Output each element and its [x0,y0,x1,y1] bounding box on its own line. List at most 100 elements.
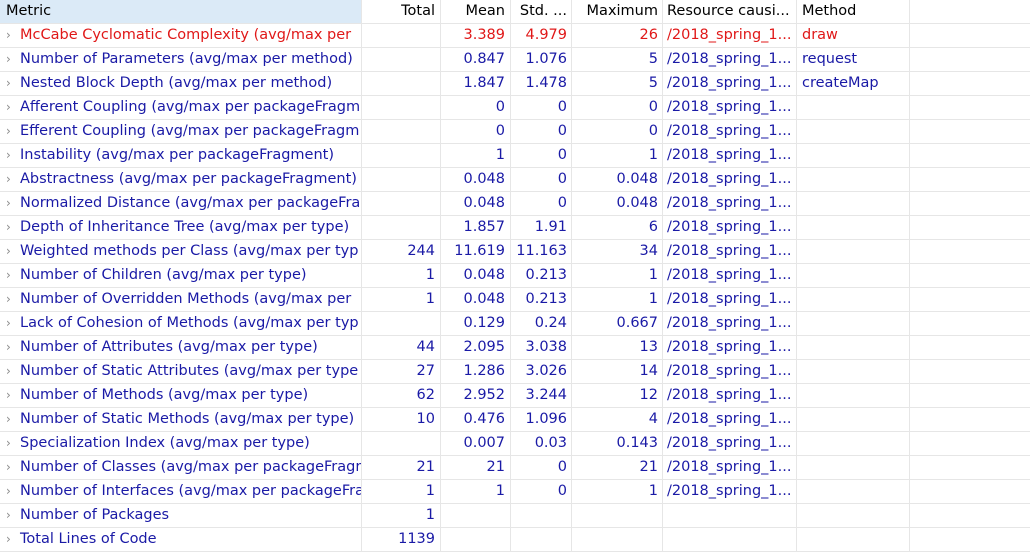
total-cell: 1 [362,288,441,311]
table-row[interactable]: › Total Lines of Code 1139 [0,528,1030,552]
column-header-mean[interactable]: Mean [441,0,511,23]
mean-cell: 0.129 [441,312,511,335]
resource-cell: /2018_spring_1... [663,24,797,47]
mean-cell: 0.048 [441,192,511,215]
expand-chevron-icon[interactable]: › [6,240,20,263]
expand-chevron-icon[interactable]: › [6,24,20,47]
filler-cell [910,144,1030,167]
resource-cell: /2018_spring_1... [663,48,797,71]
table-row[interactable]: › Abstractness (avg/max per packageFragme… [0,168,1030,192]
total-cell [362,48,441,71]
expand-chevron-icon[interactable]: › [6,312,20,335]
method-cell [797,528,910,551]
mean-cell: 1.857 [441,216,511,239]
table-row[interactable]: › Instability (avg/max per packageFragmen… [0,144,1030,168]
resource-cell: /2018_spring_1... [663,72,797,95]
resource-cell: /2018_spring_1... [663,312,797,335]
total-cell: 1 [362,264,441,287]
maximum-cell: 1 [572,144,663,167]
expand-chevron-icon[interactable]: › [6,528,20,551]
metric-label: Number of Interfaces (avg/max per packag… [20,483,362,499]
column-header-total[interactable]: Total [362,0,441,23]
metric-cell: › Number of Static Methods (avg/max per t… [0,408,362,431]
metric-label: Nested Block Depth (avg/max per method) [20,75,333,91]
column-header-metric[interactable]: Metric [0,0,362,23]
mean-cell: 0.048 [441,168,511,191]
method-cell [797,240,910,263]
expand-chevron-icon[interactable]: › [6,504,20,527]
expand-chevron-icon[interactable]: › [6,432,20,455]
table-row[interactable]: › Specialization Index (avg/max per type)… [0,432,1030,456]
metric-cell: › Number of Methods (avg/max per type) [0,384,362,407]
resource-cell: /2018_spring_1... [663,216,797,239]
table-row[interactable]: › Efferent Coupling (avg/max per packageF… [0,120,1030,144]
expand-chevron-icon[interactable]: › [6,144,20,167]
std-cell: 3.244 [511,384,572,407]
table-row[interactable]: › Number of Static Attributes (avg/max pe… [0,360,1030,384]
table-row[interactable]: › Number of Attributes (avg/max per type)… [0,336,1030,360]
total-cell: 1139 [362,528,441,551]
table-row[interactable]: › Weighted methods per Class (avg/max per… [0,240,1030,264]
column-header-method[interactable]: Method [797,0,910,23]
table-row[interactable]: › Number of Overridden Methods (avg/max p… [0,288,1030,312]
table-row[interactable]: › Number of Packages 1 [0,504,1030,528]
metric-label: Depth of Inheritance Tree (avg/max per t… [20,219,350,235]
expand-chevron-icon[interactable]: › [6,216,20,239]
column-header-resource[interactable]: Resource causi... [663,0,797,23]
table-row[interactable]: › Number of Children (avg/max per type) 1 0… [0,264,1030,288]
filler-cell [910,24,1030,47]
metric-cell: › Number of Children (avg/max per type) [0,264,362,287]
table-row[interactable]: › Nested Block Depth (avg/max per method)… [0,72,1030,96]
table-row[interactable]: › Number of Classes (avg/max per packageF… [0,456,1030,480]
total-cell: 10 [362,408,441,431]
expand-chevron-icon[interactable]: › [6,336,20,359]
table-row[interactable]: › Afferent Coupling (avg/max per packageF… [0,96,1030,120]
table-row[interactable]: › Lack of Cohesion of Methods (avg/max pe… [0,312,1030,336]
expand-chevron-icon[interactable]: › [6,264,20,287]
expand-chevron-icon[interactable]: › [6,288,20,311]
expand-chevron-icon[interactable]: › [6,192,20,215]
filler-cell [910,48,1030,71]
expand-chevron-icon[interactable]: › [6,72,20,95]
metric-label: Lack of Cohesion of Methods (avg/max per… [20,315,359,331]
resource-cell [663,528,797,551]
table-row[interactable]: › Normalized Distance (avg/max per packag… [0,192,1030,216]
expand-chevron-icon[interactable]: › [6,360,20,383]
expand-chevron-icon[interactable]: › [6,48,20,71]
expand-chevron-icon[interactable]: › [6,456,20,479]
total-cell [362,120,441,143]
total-cell [362,312,441,335]
column-header-maximum[interactable]: Maximum [572,0,663,23]
std-cell: 0 [511,192,572,215]
mean-cell: 0.847 [441,48,511,71]
table-body: › McCabe Cyclomatic Complexity (avg/max p… [0,24,1030,552]
mean-cell: 1 [441,144,511,167]
total-cell: 1 [362,504,441,527]
resource-cell: /2018_spring_1... [663,144,797,167]
filler-cell [910,72,1030,95]
metric-cell: › Number of Interfaces (avg/max per packa… [0,480,362,503]
method-cell: draw [797,24,910,47]
table-row[interactable]: › Number of Parameters (avg/max per metho… [0,48,1030,72]
resource-cell: /2018_spring_1... [663,480,797,503]
std-cell: 4.979 [511,24,572,47]
expand-chevron-icon[interactable]: › [6,480,20,503]
expand-chevron-icon[interactable]: › [6,120,20,143]
table-row[interactable]: › Depth of Inheritance Tree (avg/max per … [0,216,1030,240]
expand-chevron-icon[interactable]: › [6,384,20,407]
column-header-std[interactable]: Std. ... [511,0,572,23]
expand-chevron-icon[interactable]: › [6,168,20,191]
table-row[interactable]: › Number of Static Methods (avg/max per t… [0,408,1030,432]
total-cell [362,192,441,215]
maximum-cell: 34 [572,240,663,263]
expand-chevron-icon[interactable]: › [6,96,20,119]
std-cell: 1.91 [511,216,572,239]
expand-chevron-icon[interactable]: › [6,408,20,431]
table-row[interactable]: › Number of Methods (avg/max per type) 62 2… [0,384,1030,408]
table-row[interactable]: › Number of Interfaces (avg/max per packa… [0,480,1030,504]
filler-cell [910,480,1030,503]
table-row[interactable]: › McCabe Cyclomatic Complexity (avg/max p… [0,24,1030,48]
metric-cell: › Number of Overridden Methods (avg/max p… [0,288,362,311]
method-cell [797,360,910,383]
mean-cell: 2.095 [441,336,511,359]
